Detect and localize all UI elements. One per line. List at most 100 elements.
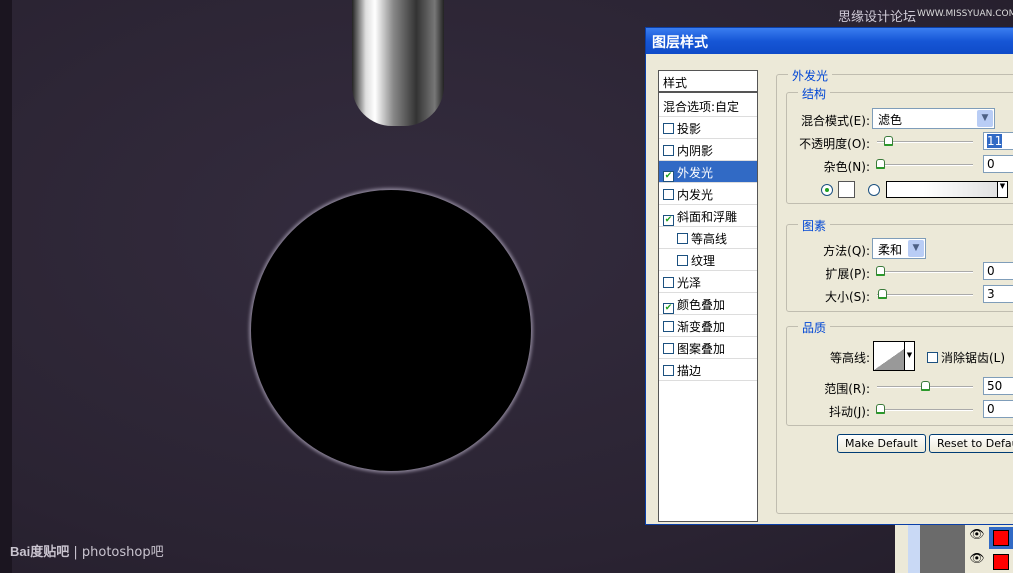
checkbox[interactable]: ✔	[663, 215, 674, 226]
layer-row[interactable]: 👁	[965, 551, 1013, 573]
style-item-label: 颜色叠加	[677, 298, 726, 312]
watermark-url: WWW.MISSYUAN.COM	[917, 9, 1013, 19]
checkbox[interactable]: ✔	[663, 171, 674, 182]
contour-picker[interactable]: ▼	[873, 341, 915, 371]
range-slider[interactable]	[877, 381, 973, 391]
slider-thumb[interactable]	[921, 381, 930, 391]
styles-header[interactable]: 样式	[659, 71, 757, 93]
quality-title: 品质	[798, 319, 831, 336]
style-item[interactable]: ✔ 斜面和浮雕	[659, 205, 757, 227]
checkbox[interactable]	[663, 189, 674, 200]
slider-thumb[interactable]	[876, 266, 885, 276]
chevron-down-icon: ▼	[908, 240, 924, 257]
chrome-tube-shape	[352, 0, 444, 126]
chevron-down-icon: ▼	[977, 110, 993, 127]
slider-thumb[interactable]	[876, 404, 885, 414]
style-item[interactable]: 内发光	[659, 183, 757, 205]
checkbox[interactable]	[663, 145, 674, 156]
spread-label: 扩展(P):	[825, 267, 870, 281]
checkbox[interactable]	[677, 255, 688, 266]
layers-panel: 👁 👁	[895, 525, 1013, 573]
gradient-radio[interactable]	[868, 184, 880, 196]
style-item[interactable]: ✔ 颜色叠加	[659, 293, 757, 315]
size-input[interactable]: 3	[983, 285, 1013, 303]
style-item[interactable]: 渐变叠加	[659, 315, 757, 337]
checkbox[interactable]	[663, 365, 674, 376]
slider-thumb[interactable]	[878, 289, 887, 299]
black-circle-shape	[251, 190, 531, 471]
elements-title: 图素	[798, 217, 831, 234]
contour-label: 等高线:	[829, 351, 870, 365]
watermark-text: photoshop吧	[81, 545, 164, 560]
dropdown-icon: ▼	[997, 182, 1007, 197]
noise-slider[interactable]	[876, 159, 973, 169]
style-item[interactable]: 描边	[659, 359, 757, 381]
panel-gap	[920, 525, 965, 573]
structure-title: 结构	[798, 85, 831, 102]
jitter-slider[interactable]	[876, 404, 973, 414]
opacity-slider[interactable]	[877, 136, 973, 146]
glow-color-swatch[interactable]	[838, 181, 855, 198]
style-item[interactable]: 投影	[659, 117, 757, 139]
gradient-picker[interactable]: ▼	[886, 181, 1008, 198]
style-item[interactable]: 光泽	[659, 271, 757, 293]
eye-icon[interactable]: 👁	[965, 551, 989, 573]
style-item[interactable]: ✔ 外发光	[659, 161, 757, 183]
style-item-label: 内发光	[677, 188, 714, 202]
jitter-label: 抖动(J):	[829, 405, 870, 419]
style-item-label: 等高线	[691, 232, 728, 246]
blend-mode-select[interactable]: 滤色 ▼	[872, 108, 995, 129]
watermark-cn: 思缘设计论坛	[838, 10, 917, 25]
eye-icon[interactable]: 👁	[965, 527, 989, 549]
checkbox[interactable]: ✔	[663, 303, 674, 314]
slider-thumb[interactable]	[884, 136, 893, 146]
make-default-button[interactable]: Make Default	[837, 434, 926, 453]
canvas-edge	[0, 0, 12, 573]
style-item-label: 描边	[677, 364, 702, 378]
blend-mode-label: 混合模式(E):	[801, 114, 870, 128]
panel-title: 外发光	[788, 67, 833, 84]
size-label: 大小(S):	[824, 290, 870, 304]
layer-style-dialog: 图层样式 样式 混合选项:自定 投影 内阴影 ✔ 外发光 内发光 ✔ 斜面和浮雕 等高线 纹理光…	[645, 27, 1013, 525]
layer-row[interactable]: 👁	[965, 527, 1013, 549]
checkbox[interactable]	[663, 343, 674, 354]
style-list: 样式 混合选项:自定 投影 内阴影 ✔ 外发光 内发光 ✔ 斜面和浮雕 等高线 纹理 光泽 ✔ 颜色叠…	[658, 70, 758, 522]
style-item-label: 投影	[677, 122, 702, 136]
style-item-label: 渐变叠加	[677, 320, 726, 334]
style-item-label: 外发光	[677, 166, 714, 180]
blend-options[interactable]: 混合选项:自定	[659, 95, 757, 117]
spread-input[interactable]: 0	[983, 262, 1013, 280]
range-label: 范围(R):	[824, 382, 870, 396]
dropdown-icon: ▼	[904, 342, 914, 370]
checkbox[interactable]	[677, 233, 688, 244]
dialog-titlebar[interactable]: 图层样式	[646, 28, 1013, 54]
style-item[interactable]: 等高线	[659, 227, 757, 249]
checkbox[interactable]	[927, 352, 938, 363]
style-item-label: 纹理	[691, 254, 716, 268]
layer-thumbnail	[993, 530, 1009, 546]
style-item[interactable]: 内阴影	[659, 139, 757, 161]
scrollbar[interactable]	[908, 525, 920, 573]
range-input[interactable]: 50	[983, 377, 1013, 395]
style-item-label: 斜面和浮雕	[677, 210, 738, 224]
reset-to-default-button[interactable]: Reset to Default	[929, 434, 1013, 453]
color-radio[interactable]	[821, 184, 833, 196]
opacity-value: 11	[987, 134, 1003, 148]
checkbox[interactable]	[663, 321, 674, 332]
noise-input[interactable]: 0	[983, 155, 1013, 173]
style-item[interactable]: 图案叠加	[659, 337, 757, 359]
noise-label: 杂色(N):	[823, 160, 870, 174]
antialias-checkbox[interactable]: 消除锯齿(L)	[927, 349, 1005, 366]
style-item-label: 图案叠加	[677, 342, 726, 356]
technique-select[interactable]: 柔和 ▼	[872, 238, 926, 259]
size-slider[interactable]	[877, 289, 973, 299]
style-item[interactable]: 纹理	[659, 249, 757, 271]
checkbox[interactable]	[663, 123, 674, 134]
slider-thumb[interactable]	[876, 159, 885, 169]
baidu-logo: Bai度贴吧	[10, 544, 70, 559]
antialias-label: 消除锯齿(L)	[941, 351, 1006, 365]
jitter-input[interactable]: 0	[983, 400, 1013, 418]
checkbox[interactable]	[663, 277, 674, 288]
spread-slider[interactable]	[876, 266, 973, 276]
opacity-input[interactable]: 11	[983, 132, 1013, 150]
